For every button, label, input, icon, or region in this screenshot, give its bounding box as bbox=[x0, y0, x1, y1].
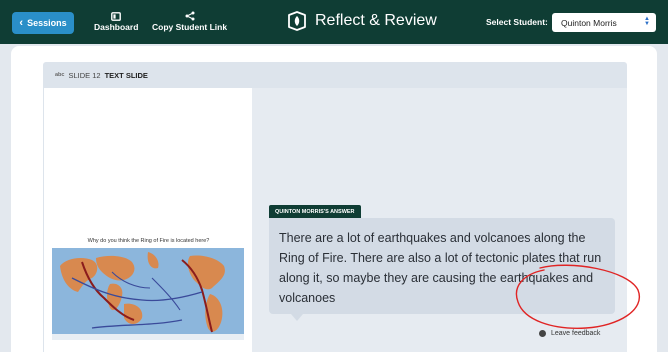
answer-panel: QUINTON MORRIS'S ANSWER There are a lot … bbox=[252, 88, 627, 352]
comment-icon bbox=[539, 330, 546, 337]
student-select[interactable]: Quinton Morris ▲ ▼ bbox=[552, 13, 656, 32]
slide-preview: Why do you think the Ring of Fire is loc… bbox=[43, 88, 252, 352]
dashboard-button[interactable]: Dashboard bbox=[94, 10, 138, 32]
answer-bubble-tail bbox=[291, 314, 303, 321]
selected-student-value: Quinton Morris bbox=[561, 17, 617, 28]
select-student-label: Select Student: bbox=[486, 17, 548, 27]
leave-feedback-button[interactable]: Leave feedback bbox=[539, 330, 600, 337]
student-answer-text: There are a lot of earthquakes and volca… bbox=[269, 218, 615, 314]
page-title: Reflect & Review bbox=[315, 12, 437, 29]
review-card: abc SLIDE 12 TEXT SLIDE Why do you think… bbox=[11, 46, 657, 352]
slide-type-icon: abc bbox=[55, 72, 65, 78]
chevron-left-icon: ‹ bbox=[19, 16, 24, 29]
back-to-sessions-button[interactable]: ‹ Sessions bbox=[12, 12, 74, 34]
select-caret-icon: ▲ ▼ bbox=[644, 16, 650, 27]
slide-number: SLIDE 12 bbox=[68, 70, 101, 80]
sessions-label: Sessions bbox=[27, 18, 67, 28]
top-bar: ‹ Sessions Dashboard Copy Student Link R… bbox=[0, 0, 668, 44]
slide-header: abc SLIDE 12 TEXT SLIDE bbox=[43, 62, 627, 88]
dashboard-label: Dashboard bbox=[94, 22, 139, 32]
share-icon bbox=[185, 10, 195, 22]
slide-type-label: TEXT SLIDE bbox=[104, 70, 148, 80]
brand-logo-icon bbox=[288, 11, 306, 31]
copy-student-link-button[interactable]: Copy Student Link bbox=[152, 10, 227, 32]
copy-link-label: Copy Student Link bbox=[152, 22, 228, 32]
ring-of-fire-map bbox=[52, 248, 244, 340]
dashboard-icon bbox=[111, 10, 122, 22]
slide-question: Why do you think the Ring of Fire is loc… bbox=[87, 238, 210, 244]
brand: Reflect & Review bbox=[286, 10, 437, 32]
answer-owner-label: QUINTON MORRIS'S ANSWER bbox=[269, 205, 361, 218]
leave-feedback-label: Leave feedback bbox=[551, 330, 601, 337]
